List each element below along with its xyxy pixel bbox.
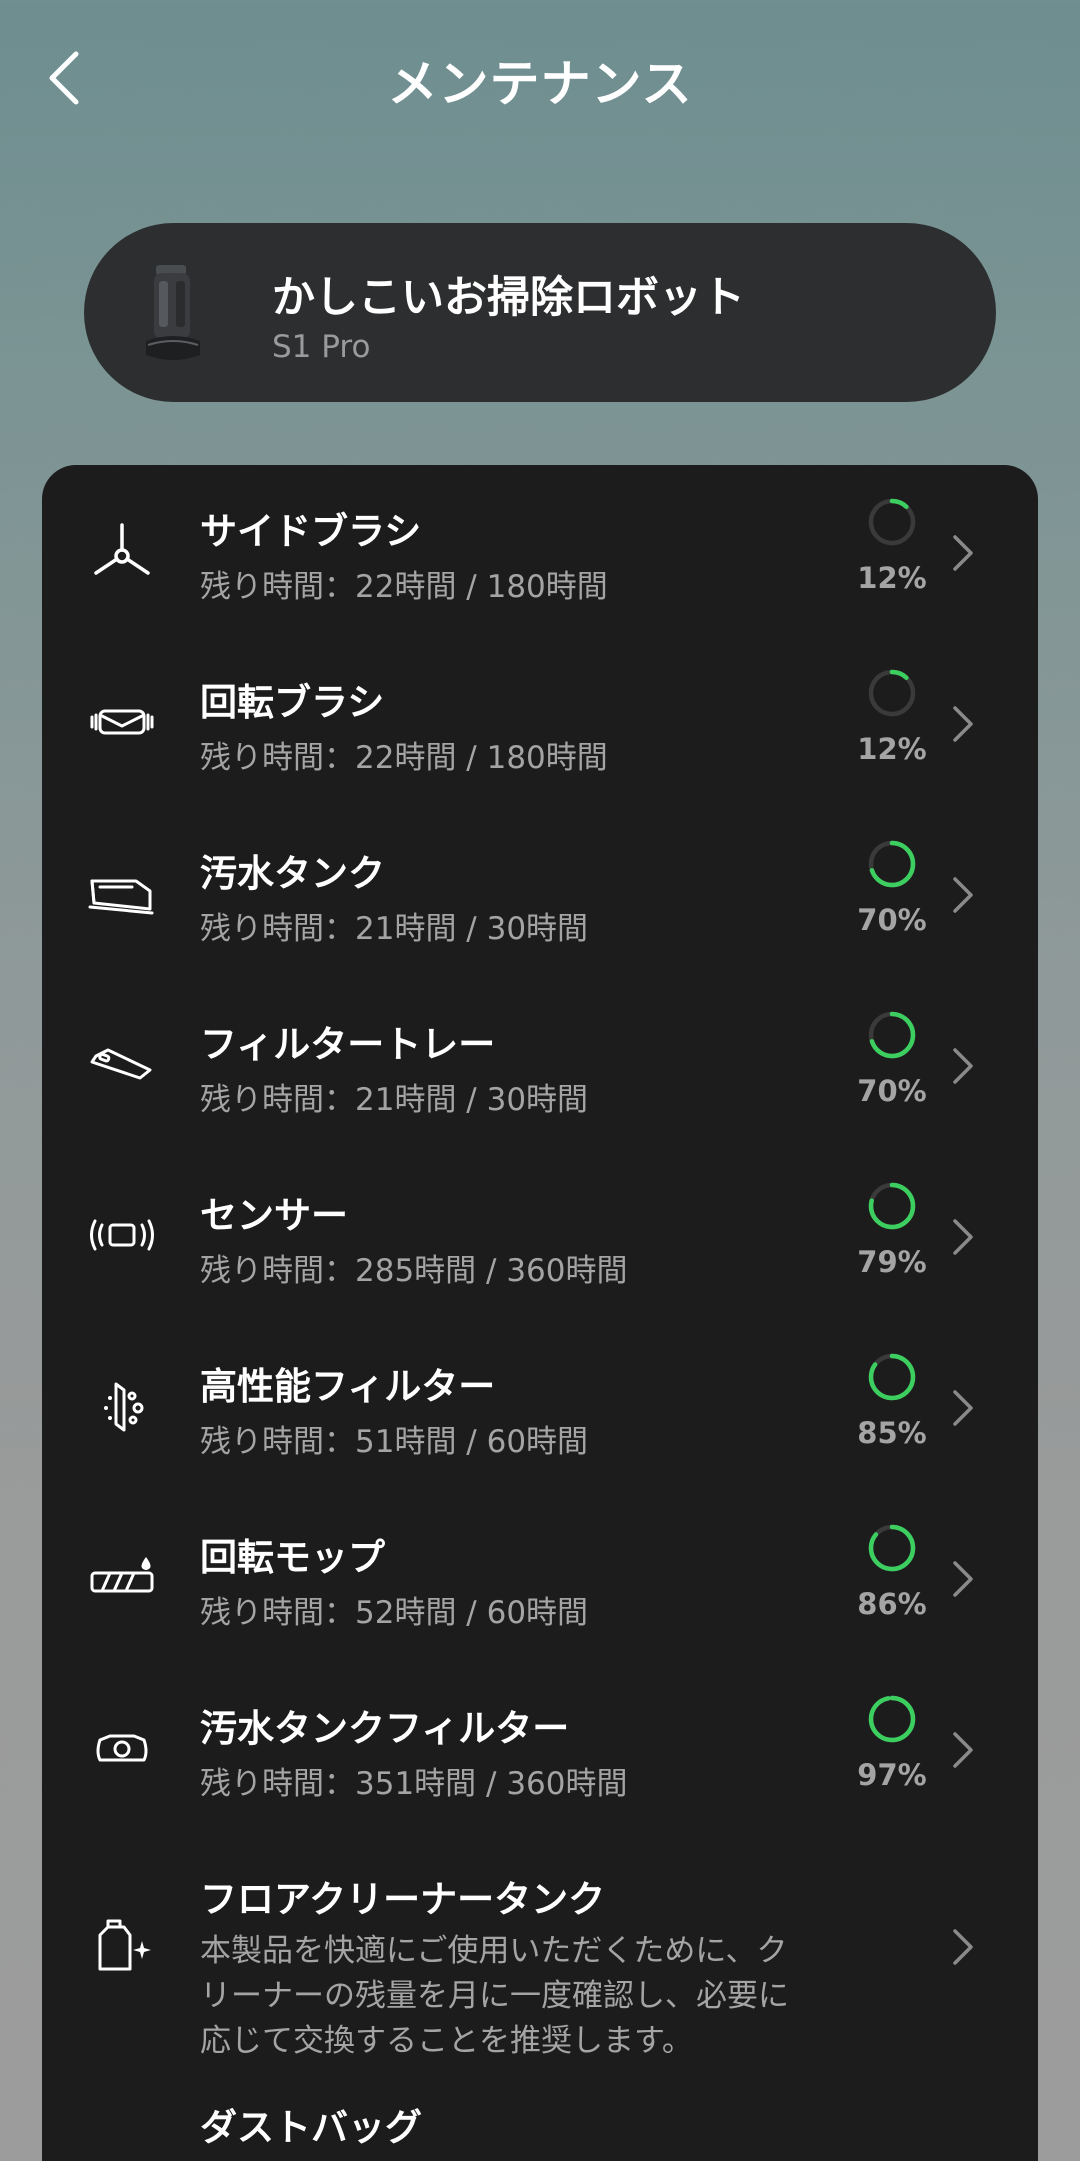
chevron-right-icon (953, 877, 973, 913)
maintenance-item-hepa-filter[interactable]: 高性能フィルター 残り時間：51時間 / 60時間 85% (42, 1320, 1038, 1491)
item-percent: 85% (857, 1416, 927, 1450)
maintenance-item-dirty-water-tank[interactable]: 汚水タンク 残り時間：21時間 / 30時間 70% (42, 807, 1038, 978)
item-percent: 97% (857, 1758, 927, 1792)
device-name: かしこいお掃除ロボット (272, 273, 745, 323)
item-remaining: 残り時間：52時間 / 60時間 (200, 1595, 589, 1631)
maintenance-item-dust-bag[interactable]: ダストバッグ (42, 2061, 1038, 2161)
item-remaining: 残り時間：22時間 / 180時間 (200, 740, 608, 776)
roller-brush-icon (90, 709, 154, 734)
chevron-right-icon (953, 1048, 973, 1084)
progress-ring (868, 498, 916, 546)
maintenance-item-roller-brush[interactable]: 回転ブラシ 残り時間：22時間 / 180時間 12% (42, 636, 1038, 807)
maintenance-item-floor-cleaner-tank[interactable]: フロアクリーナータンク 本製品を快適にご使用いただくために、ク リーナーの残量を… (42, 1833, 1038, 2061)
hepa-filter-icon (104, 1382, 144, 1431)
progress-ring (868, 669, 916, 717)
chevron-right-icon (953, 1929, 973, 1965)
item-remaining: 残り時間：285時間 / 360時間 (200, 1253, 628, 1289)
chevron-right-icon (953, 1732, 973, 1768)
description-line: リーナーの残量を月に一度確認し、必要に (200, 1978, 789, 2014)
item-title: 高性能フィルター (200, 1365, 496, 1408)
device-card[interactable]: かしこいお掃除ロボット S1 Pro (84, 223, 996, 402)
maintenance-item-rotating-mop[interactable]: 回転モップ 残り時間：52時間 / 60時間 86% (42, 1491, 1038, 1662)
filter-tray-icon (90, 1048, 152, 1079)
item-title: 回転ブラシ (200, 681, 385, 724)
item-remaining: 残り時間：21時間 / 30時間 (200, 1082, 589, 1118)
item-remaining: 残り時間：51時間 / 60時間 (200, 1424, 589, 1460)
item-title: センサー (200, 1194, 348, 1237)
item-title: 汚水タンク (200, 852, 385, 895)
maintenance-item-side-brush[interactable]: サイドブラシ 残り時間：22時間 / 180時間 12% (42, 465, 1038, 636)
maintenance-item-tank-filter[interactable]: 汚水タンクフィルター 残り時間：351時間 / 360時間 97% (42, 1662, 1038, 1833)
description-line: 応じて交換することを推奨します。 (200, 2023, 693, 2059)
progress-ring (868, 1182, 916, 1230)
progress-ring-fill (868, 1695, 916, 1743)
item-percent: 12% (857, 561, 927, 595)
item-title: フロアクリーナータンク (200, 1878, 606, 1921)
chevron-right-icon (953, 535, 973, 571)
floor-cleaner-tank-icon (98, 1919, 151, 1971)
top-bar: メンテナンス (0, 0, 1080, 160)
chevron-right-icon (953, 1561, 973, 1597)
rotating-mop-icon (90, 1556, 154, 1592)
item-remaining: 残り時間：21時間 / 30時間 (200, 911, 589, 947)
item-percent: 86% (857, 1587, 927, 1621)
robot-vacuum-image (146, 265, 200, 360)
item-percent: 79% (857, 1245, 927, 1279)
description-line: 本製品を快適にご使用いただくために、ク (200, 1933, 788, 1969)
item-title: フィルタートレー (200, 1023, 496, 1066)
progress-ring (868, 1011, 916, 1059)
progress-ring (868, 1524, 916, 1572)
item-remaining: 残り時間：351時間 / 360時間 (200, 1766, 628, 1802)
item-percent: 70% (857, 903, 927, 937)
progress-ring (868, 1353, 916, 1401)
item-description: 本製品を快適にご使用いただくために、ク リーナーの残量を月に一度確認し、必要に … (200, 1929, 840, 2064)
sensor-icon (90, 1219, 154, 1250)
progress-ring (868, 1695, 916, 1743)
chevron-right-icon (953, 706, 973, 742)
item-percent: 70% (857, 1074, 927, 1108)
item-percent: 12% (857, 732, 927, 766)
maintenance-list: サイドブラシ 残り時間：22時間 / 180時間 12% 回転ブラシ 残り時間：… (42, 465, 1038, 2161)
item-title: 汚水タンクフィルター (200, 1707, 570, 1750)
device-model: S1 Pro (272, 329, 371, 365)
item-remaining: 残り時間：22時間 / 180時間 (200, 569, 608, 605)
item-title: サイドブラシ (200, 510, 422, 553)
progress-ring-fill (868, 1524, 916, 1572)
chevron-right-icon (953, 1390, 973, 1426)
item-title: ダストバッグ (200, 2106, 422, 2149)
dirty-water-tank-icon (88, 879, 154, 914)
progress-ring (868, 840, 916, 888)
page-title: メンテナンス (387, 55, 693, 113)
item-title: 回転モップ (200, 1536, 385, 1579)
maintenance-item-filter-tray[interactable]: フィルタートレー 残り時間：21時間 / 30時間 70% (42, 978, 1038, 1149)
side-brush-icon (94, 522, 150, 575)
maintenance-item-sensor[interactable]: センサー 残り時間：285時間 / 360時間 79% (42, 1149, 1038, 1320)
tank-filter-icon (96, 1734, 148, 1761)
chevron-right-icon (953, 1219, 973, 1255)
